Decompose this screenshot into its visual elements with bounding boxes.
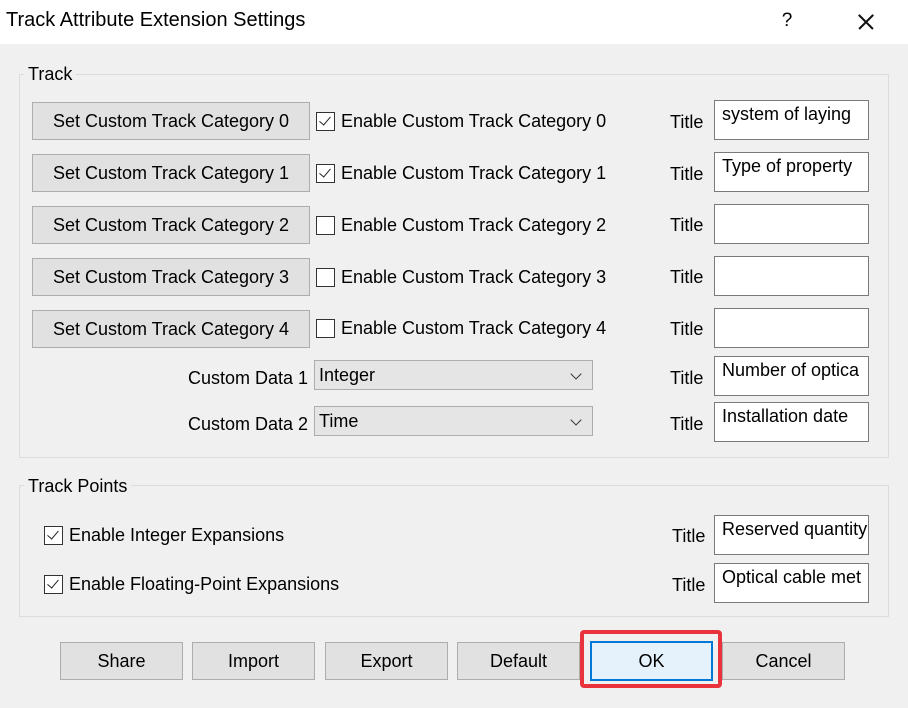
chevron-down-icon — [570, 414, 582, 426]
category-0-title-field[interactable]: system of laying — [714, 100, 869, 140]
checkbox-box[interactable] — [316, 215, 335, 235]
enable-category-1-checkbox[interactable]: Enable Custom Track Category 1 — [316, 159, 606, 187]
close-icon[interactable] — [843, 2, 887, 40]
title-label: Title — [670, 112, 704, 132]
select-value: Integer — [319, 365, 376, 385]
category-3-title-field[interactable] — [714, 256, 869, 296]
export-button[interactable]: Export — [325, 642, 448, 680]
enable-floating-point-expansions-checkbox[interactable]: Enable Floating-Point Expansions — [44, 570, 339, 598]
checkbox-label: Enable Integer Expansions — [69, 524, 285, 545]
checkbox-box[interactable] — [316, 267, 335, 287]
checkbox-label: Enable Floating-Point Expansions — [69, 573, 340, 594]
enable-category-0-checkbox[interactable]: Enable Custom Track Category 0 — [316, 107, 606, 135]
title-bar: Track Attribute Extension Settings ? — [0, 0, 908, 44]
default-button[interactable]: Default — [457, 642, 580, 680]
checkbox-box[interactable] — [316, 163, 335, 183]
title-label: Title — [672, 526, 706, 546]
title-label: Title — [670, 414, 704, 434]
title-label: Title — [672, 575, 706, 595]
category-1-title-field[interactable]: Type of property — [714, 152, 869, 192]
checkbox-box[interactable] — [44, 525, 63, 545]
share-button[interactable]: Share — [60, 642, 183, 680]
enable-category-3-checkbox[interactable]: Enable Custom Track Category 3 — [316, 263, 606, 291]
enable-category-2-checkbox[interactable]: Enable Custom Track Category 2 — [316, 211, 606, 239]
checkbox-label: Enable Custom Track Category 1 — [341, 162, 607, 183]
chevron-down-icon — [570, 368, 582, 380]
ok-highlight-box — [580, 630, 722, 688]
checkbox-box[interactable] — [316, 111, 335, 131]
set-category-4-button[interactable]: Set Custom Track Category 4 — [32, 310, 310, 348]
title-label: Title — [670, 267, 704, 287]
import-button[interactable]: Import — [192, 642, 315, 680]
checkbox-label: Enable Custom Track Category 3 — [341, 266, 607, 287]
enable-integer-expansions-checkbox[interactable]: Enable Integer Expansions — [44, 521, 284, 549]
title-label: Title — [670, 368, 704, 388]
checkbox-label: Enable Custom Track Category 0 — [341, 110, 607, 131]
title-label: Title — [670, 319, 704, 339]
checkbox-label: Enable Custom Track Category 2 — [341, 214, 607, 235]
integer-expansions-title-field[interactable]: Reserved quantity — [714, 515, 869, 555]
checkbox-box[interactable] — [316, 318, 335, 338]
title-label: Title — [670, 215, 704, 235]
title-label: Title — [670, 164, 704, 184]
custom-data-2-label: Custom Data 2 — [188, 414, 309, 434]
enable-category-4-checkbox[interactable]: Enable Custom Track Category 4 — [316, 314, 606, 342]
cancel-button[interactable]: Cancel — [722, 642, 845, 680]
custom-data-2-select[interactable]: Time — [314, 406, 593, 436]
set-category-0-button[interactable]: Set Custom Track Category 0 — [32, 102, 310, 140]
track-points-group-label: Track Points — [24, 476, 132, 497]
window-title: Track Attribute Extension Settings — [6, 9, 306, 31]
checkbox-label: Enable Custom Track Category 4 — [341, 317, 607, 338]
help-button[interactable]: ? — [770, 2, 804, 40]
custom-data-1-label: Custom Data 1 — [188, 368, 309, 388]
custom-data-2-title-field[interactable]: Installation date — [714, 402, 869, 442]
category-2-title-field[interactable] — [714, 204, 869, 244]
set-category-2-button[interactable]: Set Custom Track Category 2 — [32, 206, 310, 244]
select-value: Time — [319, 411, 359, 431]
checkbox-box[interactable] — [44, 574, 63, 594]
category-4-title-field[interactable] — [714, 308, 869, 348]
track-group-label: Track — [24, 64, 77, 85]
set-category-1-button[interactable]: Set Custom Track Category 1 — [32, 154, 310, 192]
set-category-3-button[interactable]: Set Custom Track Category 3 — [32, 258, 310, 296]
floating-point-expansions-title-field[interactable]: Optical cable met — [714, 563, 869, 603]
custom-data-1-select[interactable]: Integer — [314, 360, 593, 390]
custom-data-1-title-field[interactable]: Number of optica — [714, 356, 869, 396]
